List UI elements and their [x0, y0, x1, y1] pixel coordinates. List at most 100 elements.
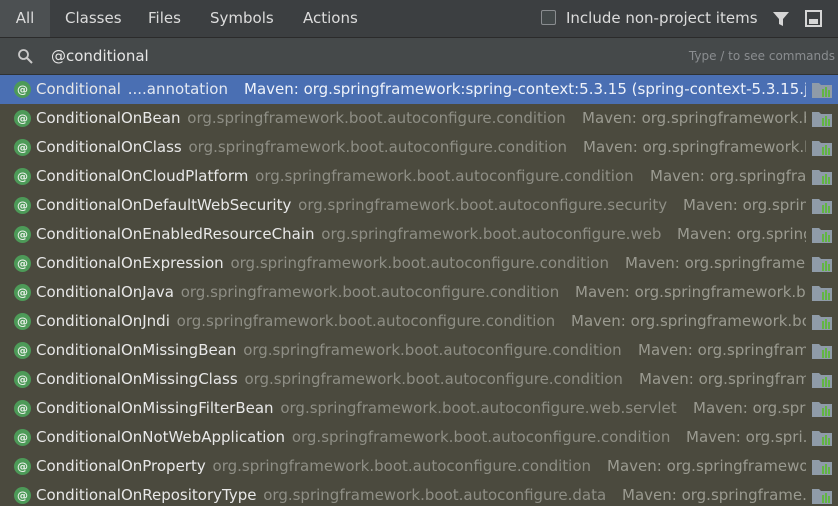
result-label: ConditionalOnDefaultWebSecurity org.spri… [36, 191, 667, 220]
library-icon [812, 199, 832, 214]
result-row[interactable]: @ ConditionalOnMissingClass org.springfr… [0, 365, 838, 394]
tab-bar: All Classes Files Symbols Actions Includ… [0, 0, 838, 38]
result-class-name: ConditionalOnExpression [36, 254, 224, 272]
library-icon [812, 228, 832, 243]
result-label: ConditionalOnRepositoryType org.springfr… [36, 481, 606, 506]
result-package: org.springframework.boot.autoconfigure.c… [187, 109, 566, 127]
result-label: ConditionalOnNotWebApplication org.sprin… [36, 423, 670, 452]
result-label: ConditionalOnClass org.springframework.b… [36, 133, 567, 162]
result-label: ConditionalOnJndi org.springframework.bo… [36, 307, 555, 336]
library-icon [812, 431, 832, 446]
result-class-name: ConditionalOnBean [36, 109, 181, 127]
result-package: org.springframework.boot.autoconfigure.c… [188, 138, 568, 156]
result-label: Conditional ....annotation [36, 75, 228, 104]
library-icon [812, 373, 832, 388]
result-row[interactable]: @ ConditionalOnNotWebApplication org.spr… [0, 423, 838, 452]
result-package: org.springframework.boot.autoconfigure.c… [176, 312, 556, 330]
result-class-name: ConditionalOnCloudPlatform [36, 167, 249, 185]
filter-icon[interactable] [772, 10, 790, 28]
annotation-icon: @ [14, 197, 31, 214]
result-row[interactable]: @ ConditionalOnDefaultWebSecurity org.sp… [0, 191, 838, 220]
tab-all[interactable]: All [0, 0, 50, 37]
search-row: Type / to see commands [0, 38, 838, 75]
layout-icon[interactable] [805, 10, 822, 27]
result-maven-source: Maven: org.spri... [693, 399, 806, 417]
result-row[interactable]: @ ConditionalOnRepositoryType org.spring… [0, 481, 838, 506]
tab-classes[interactable]: Classes [65, 0, 122, 37]
include-non-project-checkbox[interactable] [541, 10, 556, 25]
result-row[interactable]: @ ConditionalOnJndi org.springframework.… [0, 307, 838, 336]
result-row[interactable]: @ ConditionalOnJava org.springframework.… [0, 278, 838, 307]
result-label: ConditionalOnMissingBean org.springframe… [36, 336, 622, 365]
result-class-name: Conditional [36, 80, 121, 98]
result-maven-source: Maven: org.spring... [677, 225, 806, 243]
result-class-name: ConditionalOnMissingClass [36, 370, 238, 388]
result-row[interactable]: @ ConditionalOnClass org.springframework… [0, 133, 838, 162]
library-icon [812, 141, 832, 156]
annotation-icon: @ [14, 139, 31, 156]
search-icon [18, 49, 33, 64]
annotation-icon: @ [14, 342, 31, 359]
library-icon [812, 83, 832, 98]
result-package: org.springframework.boot.autoconfigure.c… [255, 167, 634, 185]
result-maven-source: Maven: org.springframework.b... [582, 109, 806, 127]
library-icon [812, 402, 832, 417]
annotation-icon: @ [14, 400, 31, 417]
library-icon [812, 315, 832, 330]
result-maven-source: Maven: org.springframe... [639, 370, 806, 388]
results-list: @ Conditional ....annotation Maven: org.… [0, 75, 838, 506]
result-class-name: ConditionalOnRepositoryType [36, 486, 257, 504]
annotation-icon: @ [14, 81, 31, 98]
tab-actions[interactable]: Actions [303, 0, 358, 37]
result-package: org.springframework.boot.autoconfigure.c… [180, 283, 560, 301]
annotation-icon: @ [14, 168, 31, 185]
search-everywhere-popup: All Classes Files Symbols Actions Includ… [0, 0, 838, 506]
annotation-icon: @ [14, 371, 31, 388]
result-maven-source: Maven: org.springframework.b... [583, 138, 806, 156]
library-icon [812, 286, 832, 301]
result-package: ....annotation [127, 80, 228, 98]
result-class-name: ConditionalOnProperty [36, 457, 206, 475]
result-label: ConditionalOnMissingFilterBean org.sprin… [36, 394, 677, 423]
result-row[interactable]: @ ConditionalOnExpression org.springfram… [0, 249, 838, 278]
result-package: org.springframework.boot.autoconfigure.w… [280, 399, 677, 417]
annotation-icon: @ [14, 255, 31, 272]
annotation-icon: @ [14, 458, 31, 475]
result-row[interactable]: @ ConditionalOnMissingFilterBean org.spr… [0, 394, 838, 423]
result-maven-source: Maven: org.springfram... [683, 196, 806, 214]
result-class-name: ConditionalOnMissingBean [36, 341, 237, 359]
result-package: org.springframework.boot.autoconfigure.c… [243, 341, 622, 359]
result-row[interactable]: @ Conditional ....annotation Maven: org.… [0, 75, 838, 104]
annotation-icon: @ [14, 110, 31, 127]
tab-symbols[interactable]: Symbols [210, 0, 274, 37]
library-icon [812, 112, 832, 127]
result-package: org.springframework.boot.autoconfigure.c… [230, 254, 609, 272]
search-input[interactable] [51, 44, 651, 68]
result-maven-source: Maven: org.springframework.bo... [571, 312, 806, 330]
result-class-name: ConditionalOnJndi [36, 312, 170, 330]
result-package: org.springframework.boot.autoconfigure.c… [244, 370, 623, 388]
result-row[interactable]: @ ConditionalOnProperty org.springframew… [0, 452, 838, 481]
annotation-icon: @ [14, 226, 31, 243]
result-package: org.springframework.boot.autoconfigure.d… [263, 486, 607, 504]
result-row[interactable]: @ ConditionalOnEnabledResourceChain org.… [0, 220, 838, 249]
include-non-project-label: Include non-project items [566, 9, 758, 27]
result-package: org.springframework.boot.autoconfigure.c… [212, 457, 592, 475]
result-class-name: ConditionalOnClass [36, 138, 182, 156]
annotation-icon: @ [14, 284, 31, 301]
result-row[interactable]: @ ConditionalOnMissingBean org.springfra… [0, 336, 838, 365]
result-label: ConditionalOnCloudPlatform org.springfra… [36, 162, 634, 191]
result-maven-source: Maven: org.springframe... [625, 254, 806, 272]
result-maven-source: Maven: org.spri... [686, 428, 806, 446]
annotation-icon: @ [14, 313, 31, 330]
result-row[interactable]: @ ConditionalOnBean org.springframework.… [0, 104, 838, 133]
tab-files[interactable]: Files [148, 0, 181, 37]
library-icon [812, 170, 832, 185]
result-maven-source: Maven: org.springframe... [638, 341, 806, 359]
result-class-name: ConditionalOnNotWebApplication [36, 428, 286, 446]
result-maven-source: Maven: org.springframework.b... [575, 283, 806, 301]
library-icon [812, 460, 832, 475]
result-row[interactable]: @ ConditionalOnCloudPlatform org.springf… [0, 162, 838, 191]
library-icon [812, 257, 832, 272]
result-class-name: ConditionalOnJava [36, 283, 174, 301]
